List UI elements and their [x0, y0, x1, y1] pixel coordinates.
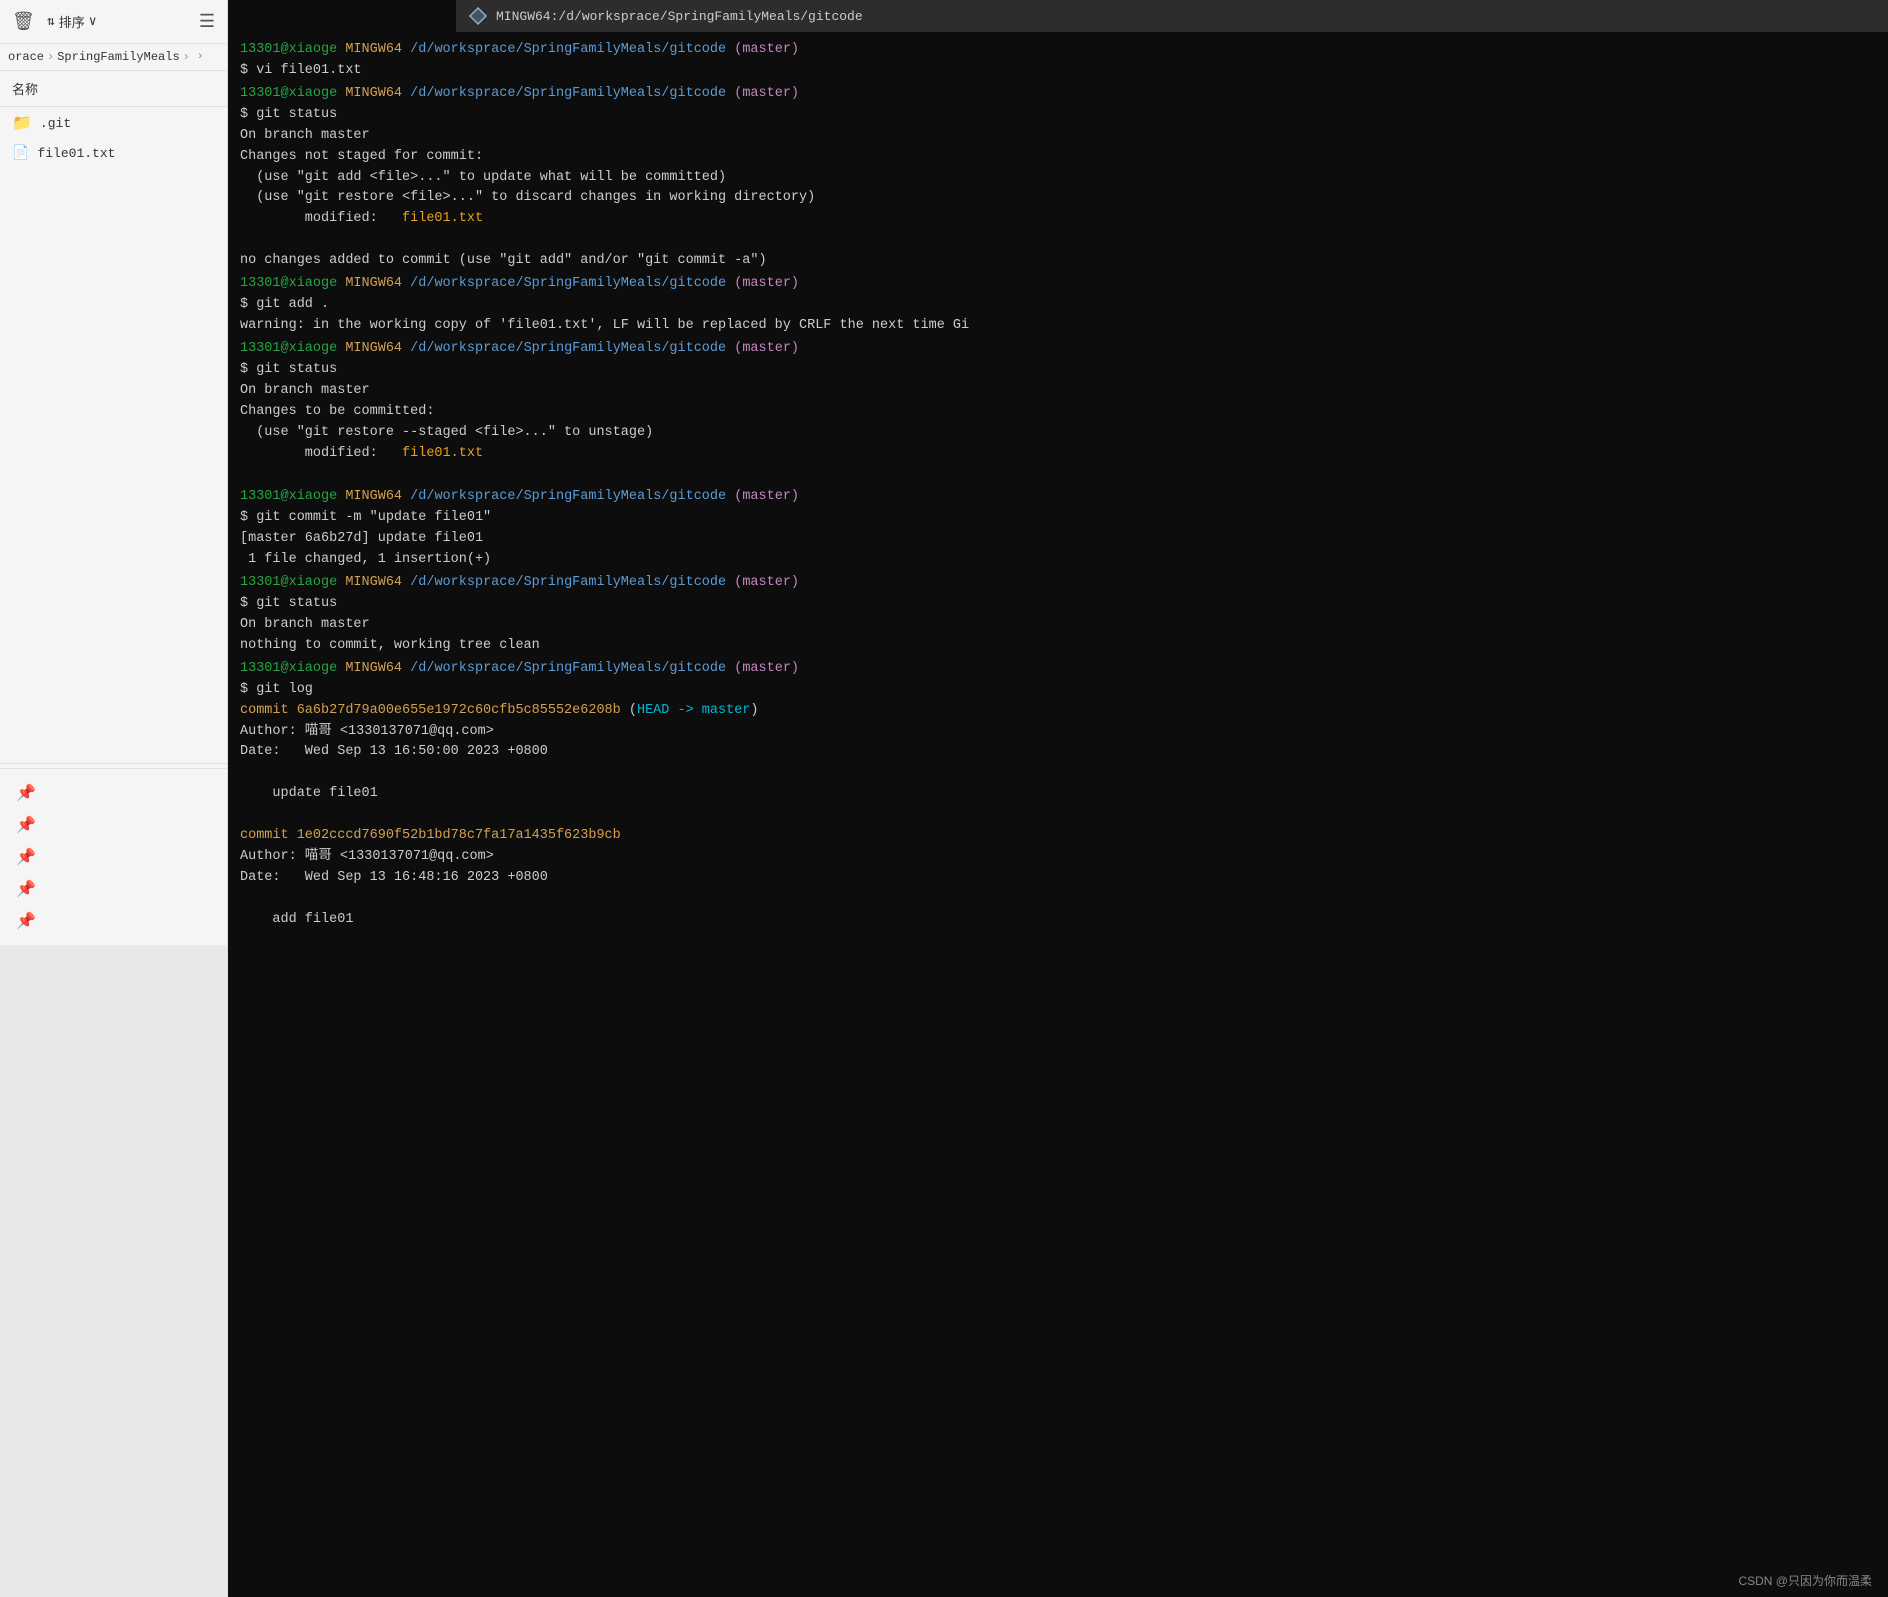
output-branch-2: On branch master — [240, 381, 1876, 402]
cmd-status-2: $ git status — [240, 360, 1876, 381]
prompt-branch-1: (master) — [734, 40, 799, 61]
sort-icon: ⇅ — [47, 14, 55, 29]
cmd-log: $ git log — [240, 680, 1876, 701]
sidebar-file-file01[interactable]: 📄 file01.txt — [0, 139, 227, 168]
file-name-file01: file01.txt — [37, 146, 115, 161]
prompt-line-4: 13301@xiaoge MINGW64 /d/worksprace/Sprin… — [240, 339, 1876, 360]
pin-item-3[interactable]: 📌 — [0, 841, 227, 873]
output-branch-1: On branch master — [240, 126, 1876, 147]
pin-icon-4: 📌 — [16, 879, 36, 899]
prompt-host-1: MINGW64 — [345, 40, 402, 61]
file-list: 📁 .git 📄 file01.txt — [0, 107, 227, 759]
sort-button[interactable]: ⇅ 排序 ∨ — [43, 10, 101, 33]
cmd-commit: $ git commit -m "update file01" — [240, 508, 1876, 529]
sidebar-toolbar: 🗑 ⇅ 排序 ∨ ☰ — [0, 0, 227, 44]
output-use-add: (use "git add <file>..." to update what … — [240, 168, 1876, 189]
date-line-2: Date: Wed Sep 13 16:48:16 2023 +0800 — [240, 868, 1876, 889]
commit-msg-1: update file01 — [240, 784, 1876, 805]
output-branch-3: On branch master — [240, 615, 1876, 636]
pin-item-1[interactable]: 📌 — [0, 777, 227, 809]
sidebar-divider1 — [0, 763, 227, 764]
output-empty-1 — [240, 230, 1876, 251]
prompt-path-1: /d/worksprace/SpringFamilyMeals/gitcode — [410, 40, 726, 61]
pin-icon-5: 📌 — [16, 911, 36, 931]
file-name-git: .git — [40, 116, 71, 131]
prompt-line-1: 13301@xiaoge MINGW64 /d/worksprace/Sprin… — [240, 40, 1876, 61]
commit-hash-line-1: commit 6a6b27d79a00e655e1972c60cfb5c8555… — [240, 701, 1876, 722]
terminal[interactable]: 13301@xiaoge MINGW64 /d/worksprace/Sprin… — [228, 0, 1888, 1597]
breadcrumb-springfamilymeals: SpringFamilyMeals — [57, 50, 179, 64]
author-line-2: Author: 喵哥 <1330137071@qq.com> — [240, 847, 1876, 868]
header-name-label: 名称 — [12, 83, 38, 98]
terminal-block-1: 13301@xiaoge MINGW64 /d/worksprace/Sprin… — [240, 40, 1876, 82]
breadcrumb: orace › SpringFamilyMeals › › — [0, 44, 227, 71]
output-modified-2: modified: file01.txt — [240, 444, 1876, 465]
output-nothing-to-commit: nothing to commit, working tree clean — [240, 636, 1876, 657]
terminal-block-7: 13301@xiaoge MINGW64 /d/worksprace/Sprin… — [240, 659, 1876, 931]
prompt-line-3: 13301@xiaoge MINGW64 /d/worksprace/Sprin… — [240, 274, 1876, 295]
cmd-status-3: $ git status — [240, 594, 1876, 615]
terminal-block-5: 13301@xiaoge MINGW64 /d/worksprace/Sprin… — [240, 487, 1876, 571]
delete-icon[interactable]: 🗑 — [12, 11, 35, 33]
output-use-restore: (use "git restore <file>..." to discard … — [240, 188, 1876, 209]
sidebar-file-git[interactable]: 📁 .git — [0, 107, 227, 139]
commit-msg-empty-2 — [240, 889, 1876, 910]
folder-icon: 📁 — [12, 113, 32, 133]
output-modified-1: modified: file01.txt — [240, 209, 1876, 230]
sort-label: 排序 — [59, 12, 85, 31]
output-changes-to-commit: Changes to be committed: — [240, 402, 1876, 423]
output-use-restore-staged: (use "git restore --staged <file>..." to… — [240, 423, 1876, 444]
output-changes-not-staged: Changes not staged for commit: — [240, 147, 1876, 168]
pin-item-5[interactable]: 📌 — [0, 905, 227, 937]
prompt-line-6: 13301@xiaoge MINGW64 /d/worksprace/Sprin… — [240, 573, 1876, 594]
commit-msg-2: add file01 — [240, 910, 1876, 931]
breadcrumb-orace: orace — [8, 50, 44, 64]
menu-icon[interactable]: ☰ — [199, 11, 215, 33]
cmd-vi: $ vi file01.txt — [240, 61, 1876, 82]
pin-icon-3: 📌 — [16, 847, 36, 867]
output-empty-2 — [240, 464, 1876, 485]
breadcrumb-sep2: › — [183, 50, 190, 64]
file-list-header: 名称 — [0, 71, 227, 107]
prompt-line-5: 13301@xiaoge MINGW64 /d/worksprace/Sprin… — [240, 487, 1876, 508]
output-no-changes: no changes added to commit (use "git add… — [240, 251, 1876, 272]
sort-chevron-icon: ∨ — [89, 14, 97, 29]
terminal-block-4: 13301@xiaoge MINGW64 /d/worksprace/Sprin… — [240, 339, 1876, 485]
pin-item-2[interactable]: 📌 — [0, 809, 227, 841]
prompt-line-2: 13301@xiaoge MINGW64 /d/worksprace/Sprin… — [240, 84, 1876, 105]
commit-hash-line-2: commit 1e02cccd7690f52b1bd78c7fa17a1435f… — [240, 826, 1876, 847]
sidebar-pins: 📌 📌 📌 📌 📌 — [0, 768, 227, 945]
terminal-block-2: 13301@xiaoge MINGW64 /d/worksprace/Sprin… — [240, 84, 1876, 272]
terminal-logo — [468, 6, 488, 26]
breadcrumb-more: › — [197, 51, 204, 63]
title-bar-text: MINGW64:/d/worksprace/SpringFamilyMeals/… — [496, 9, 863, 24]
cmd-status-1: $ git status — [240, 105, 1876, 126]
commit-msg-empty-1 — [240, 763, 1876, 784]
date-line-1: Date: Wed Sep 13 16:50:00 2023 +0800 — [240, 742, 1876, 763]
title-bar: MINGW64:/d/worksprace/SpringFamilyMeals/… — [456, 0, 1888, 32]
prompt-user-1: 13301@xiaoge — [240, 40, 337, 61]
pin-item-4[interactable]: 📌 — [0, 873, 227, 905]
prompt-line-7: 13301@xiaoge MINGW64 /d/worksprace/Sprin… — [240, 659, 1876, 680]
terminal-block-3: 13301@xiaoge MINGW64 /d/worksprace/Sprin… — [240, 274, 1876, 337]
sidebar: 🗑 ⇅ 排序 ∨ ☰ orace › SpringFamilyMeals › ›… — [0, 0, 228, 1597]
output-files-changed: 1 file changed, 1 insertion(+) — [240, 550, 1876, 571]
pin-icon-2: 📌 — [16, 815, 36, 835]
output-warning: warning: in the working copy of 'file01.… — [240, 316, 1876, 337]
terminal-block-6: 13301@xiaoge MINGW64 /d/worksprace/Sprin… — [240, 573, 1876, 657]
output-commit-result: [master 6a6b27d] update file01 — [240, 529, 1876, 550]
cmd-add: $ git add . — [240, 295, 1876, 316]
commit-gap-1 — [240, 805, 1876, 826]
breadcrumb-sep1: › — [47, 50, 54, 64]
pin-icon-1: 📌 — [16, 783, 36, 803]
file-icon: 📄 — [12, 145, 29, 162]
author-line-1: Author: 喵哥 <1330137071@qq.com> — [240, 722, 1876, 743]
watermark: CSDN @只因为你而温柔 — [1738, 1572, 1872, 1589]
